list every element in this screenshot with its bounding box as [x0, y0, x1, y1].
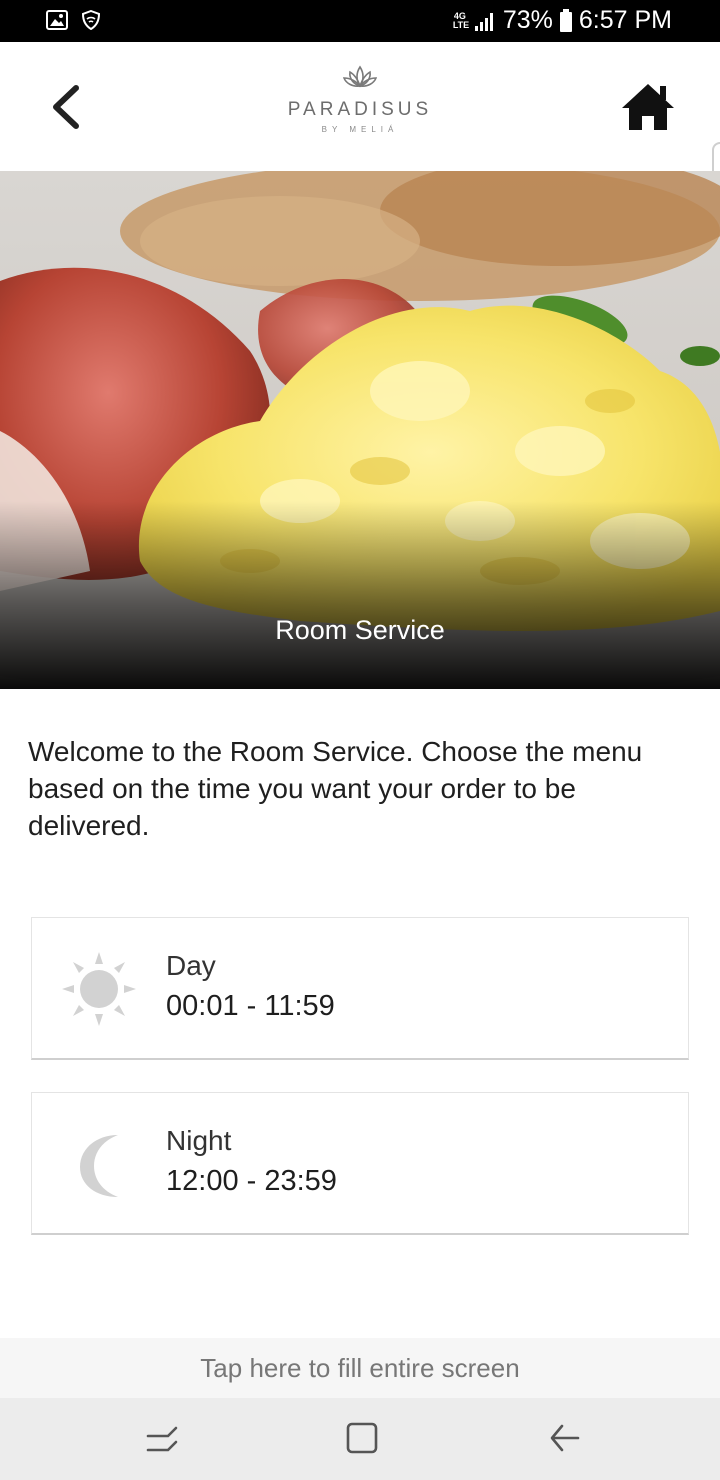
home-nav-button[interactable] — [342, 1418, 382, 1458]
shield-icon — [82, 10, 100, 30]
network-type: 4G LTE — [452, 10, 470, 30]
home-square-icon — [346, 1422, 378, 1454]
chevron-left-icon — [53, 85, 79, 129]
recent-apps-button[interactable] — [142, 1418, 182, 1458]
brand-subtitle: BY MELIÁ — [321, 125, 399, 134]
recent-apps-icon — [146, 1426, 178, 1452]
battery-icon — [559, 8, 572, 32]
image-icon — [46, 10, 68, 30]
menu-name: Day — [166, 950, 216, 981]
signal-icon — [474, 12, 493, 31]
menu-name: Night — [166, 1125, 232, 1156]
hero-title: Room Service — [275, 615, 445, 645]
fill-screen-button[interactable]: Tap here to fill entire screen — [0, 1338, 720, 1398]
back-arrow-icon — [550, 1424, 580, 1452]
hero-banner: Room Service — [0, 171, 720, 689]
status-right: 4G LTE 73% 6:57 PM — [453, 6, 672, 35]
back-nav-button[interactable] — [544, 1418, 584, 1458]
clock: 6:57 PM — [578, 6, 672, 34]
status-bar: 4G LTE 73% 6:57 PM — [0, 0, 720, 42]
back-button[interactable] — [44, 82, 90, 132]
menu-hours: 12:00 - 23:59 — [166, 1165, 337, 1197]
app-header: PARADISUS BY MELIÁ — [0, 42, 720, 171]
menu-card-night[interactable]: Night 12:00 - 23:59 — [31, 1092, 689, 1235]
brand-logo: PARADISUS BY MELIÁ — [260, 64, 460, 154]
sun-icon — [62, 952, 136, 1026]
menu-card-day[interactable]: Day 00:01 - 11:59 — [31, 917, 689, 1060]
moon-icon — [80, 1135, 118, 1197]
system-nav-bar — [0, 1398, 720, 1480]
breakfast-photo — [0, 171, 720, 689]
battery-percent: 73% — [502, 6, 553, 34]
intro-text: Welcome to the Room Service. Choose the … — [28, 736, 643, 841]
status-left — [46, 10, 100, 30]
home-icon — [622, 84, 674, 130]
flower-logo-icon — [342, 65, 378, 88]
menu-hours: 00:01 - 11:59 — [166, 990, 335, 1022]
brand-name: PARADISUS — [287, 99, 433, 120]
home-button[interactable] — [620, 80, 676, 134]
